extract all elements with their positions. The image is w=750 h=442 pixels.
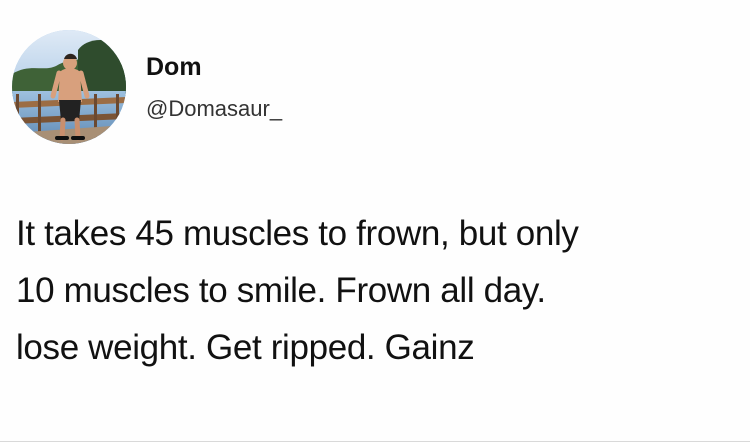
display-name[interactable]: Dom (146, 52, 202, 82)
tweet-text-line-1: It takes 45 muscles to frown, but only (16, 214, 579, 253)
avatar[interactable] (12, 30, 126, 144)
profile-photo-icon (12, 30, 126, 144)
tweet-text-line-2: 10 muscles to smile. Frown all day. (16, 271, 546, 310)
tweet-text-line-3: lose weight. Get ripped. Gainz (16, 328, 475, 367)
username-handle[interactable]: @Domasaur_ (146, 95, 282, 123)
tweet-text: It takes 45 muscles to frown, but only 1… (16, 205, 741, 376)
tweet-card: Dom @Domasaur_ It takes 45 muscles to fr… (0, 0, 750, 442)
